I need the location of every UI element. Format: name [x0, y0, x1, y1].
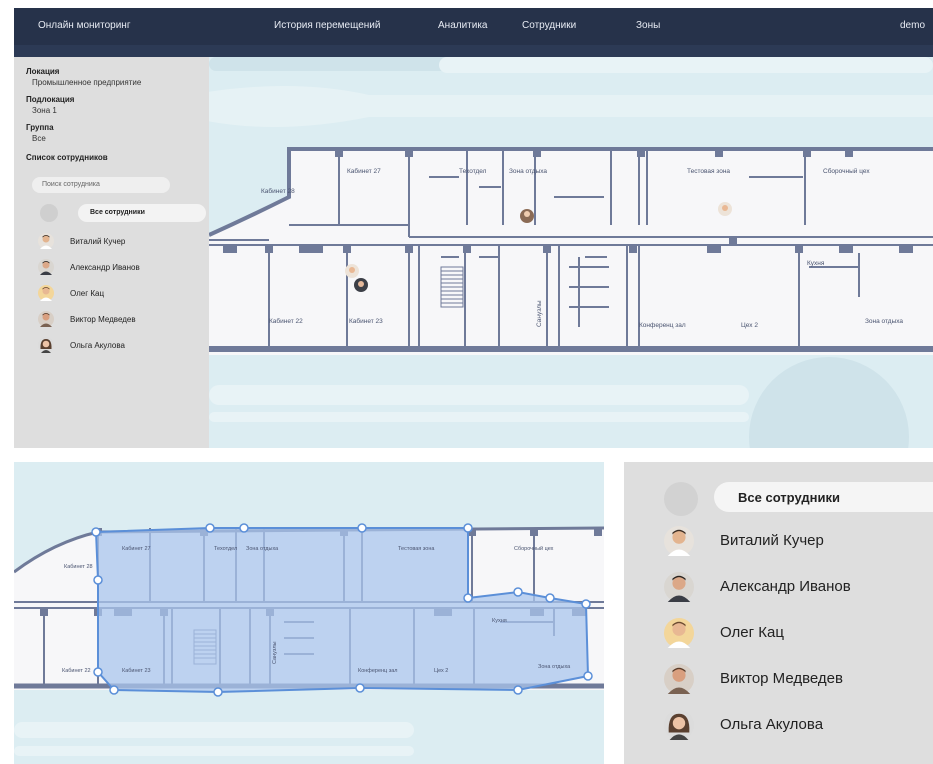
- zone-room-label-rest-zone: Зона отдыха: [246, 546, 279, 552]
- sidebar-panel: Локация Промышленное предприятие Подлока…: [14, 57, 209, 448]
- male-avatar-icon: [664, 618, 694, 648]
- room-label-test-zone[interactable]: Тестовая зона: [687, 168, 730, 175]
- zone-room-label-cabinet-27: Кабинет 27: [122, 546, 151, 552]
- user-menu[interactable]: demo: [900, 20, 925, 31]
- employee-list-zoomed: Все сотрудники Виталий Кучер Александр И…: [624, 462, 933, 764]
- room-label-assembly-shop[interactable]: Сборочный цех: [823, 167, 870, 175]
- room-label-cabinet-28[interactable]: Кабинет 28: [261, 187, 295, 195]
- zone-room-label-tech-dept: Техотдел: [214, 546, 237, 552]
- employee-marker[interactable]: [345, 264, 359, 278]
- room-label-cabinet-22[interactable]: Кабинет 22: [269, 317, 303, 325]
- all-employees-button[interactable]: Все сотрудники: [78, 204, 206, 222]
- employee-search-input[interactable]: Поиск сотрудника: [32, 177, 170, 193]
- all-employees-toggle-large[interactable]: [664, 482, 698, 516]
- zone-room-label-test-zone: Тестовая зона: [398, 546, 435, 552]
- nav-zones[interactable]: Зоны: [636, 20, 660, 31]
- employee-name: Виктор Медведев: [70, 315, 136, 324]
- male-avatar-icon: [664, 526, 694, 556]
- employee-name: Александр Иванов: [70, 263, 140, 272]
- employee-list-label: Список сотрудников: [26, 153, 108, 162]
- employee-name: Ольга Акулова: [70, 341, 125, 350]
- employee-marker[interactable]: [718, 202, 732, 216]
- male-avatar-icon: [664, 664, 694, 694]
- zone-room-label-restrooms: Санузлы: [272, 641, 278, 664]
- employee-marker[interactable]: [354, 278, 368, 292]
- all-employees-button-large[interactable]: Все сотрудники: [714, 482, 933, 512]
- room-label-cabinet-27[interactable]: Кабинет 27: [347, 167, 381, 175]
- room-label-shop-2[interactable]: Цех 2: [741, 322, 758, 329]
- room-label-rest-zone-2[interactable]: Зона отдыха: [865, 318, 903, 325]
- nav-analytics[interactable]: Аналитика: [438, 20, 488, 31]
- toolbar-strip: [14, 45, 933, 57]
- room-label-tech-dept[interactable]: Техотдел: [459, 168, 487, 175]
- sublocation-label: Подлокация: [26, 95, 75, 104]
- zone-floor-plan[interactable]: Кабинет 28 Кабинет 27 Техотдел Зона отды…: [14, 462, 604, 764]
- room-label-rest-zone[interactable]: Зона отдыха: [509, 168, 547, 175]
- employee-name-large: Виктор Медведев: [720, 670, 843, 687]
- zone-room-label-assembly-shop: Сборочный цех: [514, 545, 554, 552]
- room-label-kitchen[interactable]: Кухня: [807, 260, 825, 267]
- all-employees-toggle[interactable]: [40, 204, 58, 222]
- zone-room-label-kitchen: Кухня: [492, 618, 507, 624]
- group-label: Группа: [26, 123, 54, 132]
- room-label-restrooms[interactable]: Санузлы: [536, 300, 543, 327]
- zone-room-label-shop-2: Цех 2: [434, 668, 448, 674]
- zone-room-label-conference-hall: Конференц зал: [358, 668, 398, 674]
- employee-name-large: Александр Иванов: [720, 578, 851, 595]
- zone-room-label-cabinet-22: Кабинет 22: [62, 668, 91, 674]
- male-avatar-icon: [38, 285, 54, 301]
- zone-room-label-cabinet-23: Кабинет 23: [122, 668, 151, 674]
- female-avatar-icon: [38, 337, 54, 353]
- zone-editor-screenshot: Кабинет 28 Кабинет 27 Техотдел Зона отды…: [14, 462, 604, 764]
- room-label-conference-hall[interactable]: Конференц зал: [639, 322, 686, 329]
- zone-room-label-cabinet-28: Кабинет 28: [64, 564, 93, 570]
- nav-online-monitoring[interactable]: Онлайн мониторинг: [38, 20, 130, 31]
- employee-name-large: Олег Кац: [720, 624, 784, 641]
- location-label: Локация: [26, 67, 60, 76]
- floor-plan-map[interactable]: Кабинет 28 Кабинет 27 Техотдел Зона отды…: [209, 57, 933, 448]
- female-avatar-icon: [664, 710, 694, 740]
- nav-employees[interactable]: Сотрудники: [522, 20, 576, 31]
- location-value[interactable]: Промышленное предприятие: [32, 78, 141, 87]
- top-navigation-bar: Онлайн мониторинг История перемещений Ан…: [14, 8, 933, 45]
- zone-room-label-rest-zone-2: Зона отдыха: [538, 664, 571, 670]
- male-avatar-icon: [38, 259, 54, 275]
- employee-name: Виталий Кучер: [70, 237, 126, 246]
- employee-name: Олег Кац: [70, 289, 105, 298]
- male-avatar-icon: [664, 572, 694, 602]
- sublocation-value[interactable]: Зона 1: [32, 106, 57, 115]
- employee-marker[interactable]: [520, 209, 534, 223]
- monitoring-screen: Онлайн мониторинг История перемещений Ан…: [14, 8, 933, 448]
- employee-name-large: Ольга Акулова: [720, 716, 824, 733]
- group-value[interactable]: Все: [32, 134, 46, 143]
- employee-name-large: Виталий Кучер: [720, 532, 824, 549]
- male-avatar-icon: [38, 311, 54, 327]
- room-label-cabinet-23[interactable]: Кабинет 23: [349, 317, 383, 325]
- nav-movement-history[interactable]: История перемещений: [274, 20, 380, 31]
- male-avatar-icon: [38, 233, 54, 249]
